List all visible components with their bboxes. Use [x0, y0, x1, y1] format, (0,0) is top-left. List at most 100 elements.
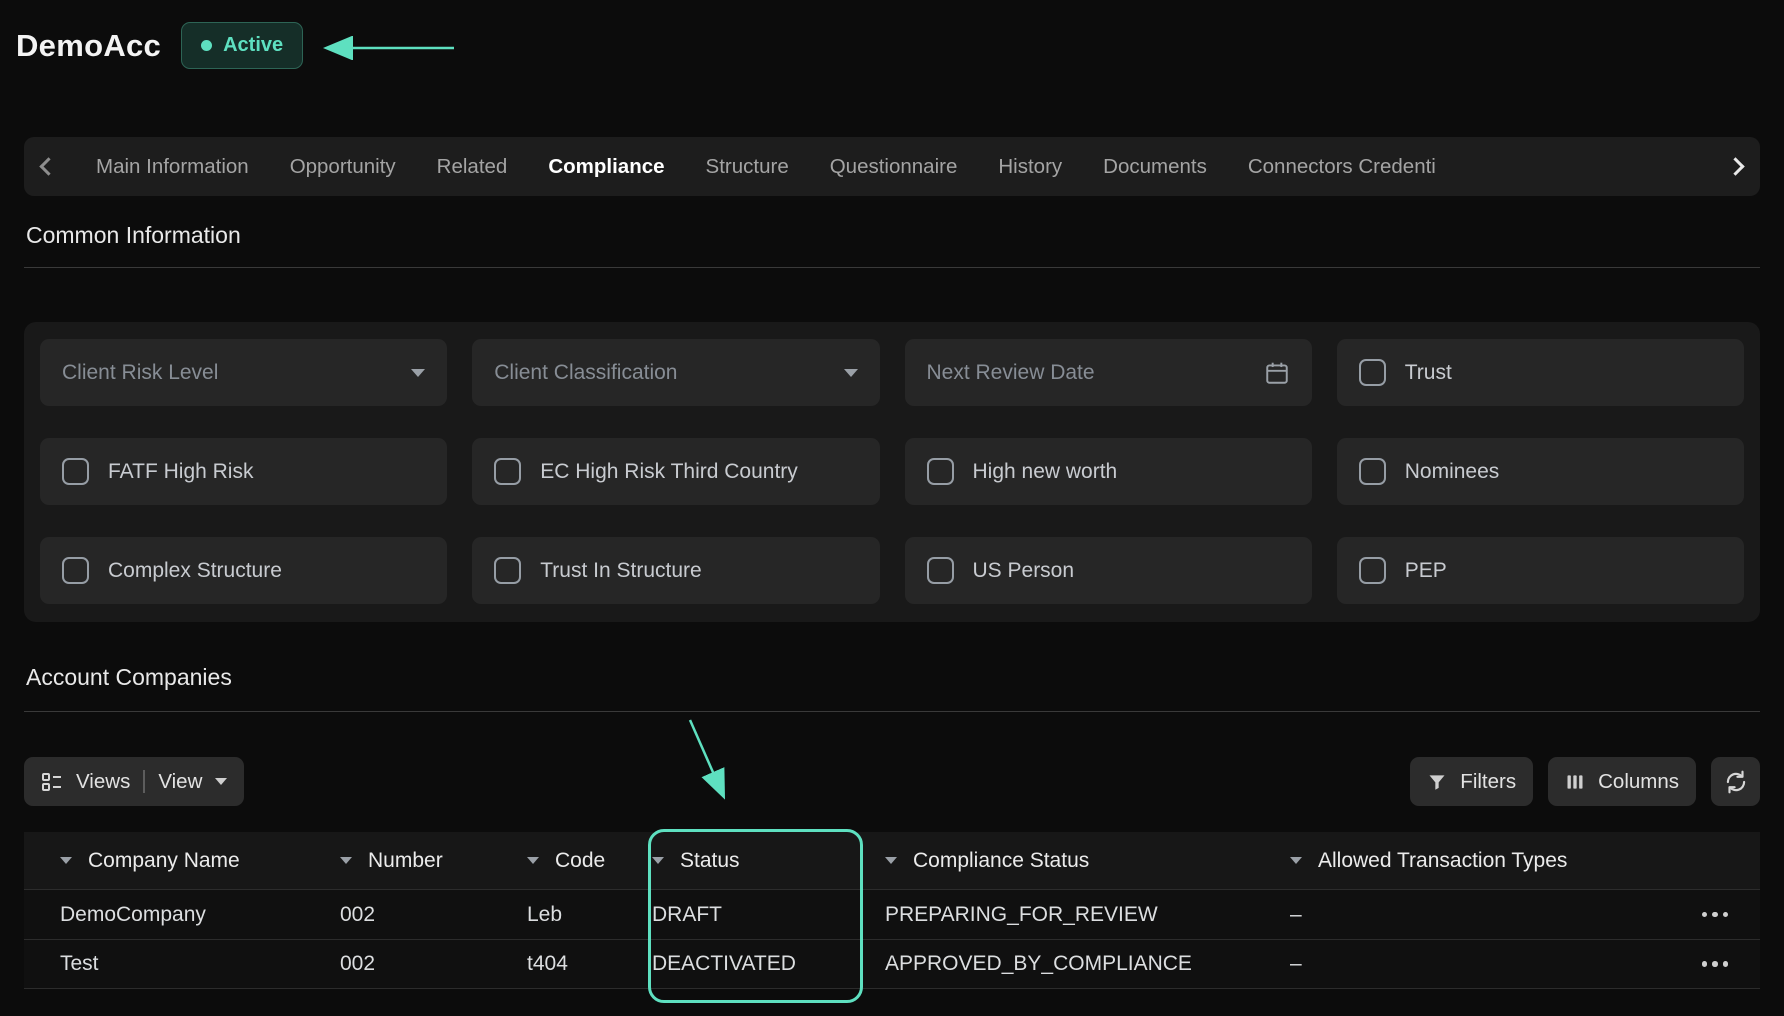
status-badge: Active [181, 22, 303, 69]
fatf-high-risk-checkbox[interactable]: FATF High Risk [40, 438, 447, 505]
table-header-row: Company Name Number Code Status Complian… [24, 832, 1760, 889]
calendar-icon [1264, 360, 1290, 386]
checkbox-icon[interactable] [927, 557, 954, 584]
column-label: Compliance Status [913, 849, 1089, 873]
checkbox-label: Nominees [1405, 460, 1500, 484]
filters-label: Filters [1460, 770, 1516, 794]
column-header-allowed-transaction-types[interactable]: Allowed Transaction Types [1290, 849, 1670, 873]
checkbox-label: US Person [973, 559, 1075, 583]
status-dot-icon [201, 40, 212, 51]
cell-company-name: Test [60, 952, 340, 976]
divider [143, 770, 145, 793]
columns-icon [1565, 772, 1585, 792]
cell-compliance-status: APPROVED_BY_COMPLIANCE [885, 952, 1290, 976]
tabs-scroll-right-icon[interactable] [1726, 157, 1744, 175]
column-label: Status [680, 849, 740, 873]
page-header: DemoAcc Active [16, 22, 303, 69]
tab-questionnaire[interactable]: Questionnaire [830, 155, 958, 179]
columns-button[interactable]: Columns [1548, 757, 1696, 806]
current-view-label: View [158, 770, 202, 794]
tab-opportunity[interactable]: Opportunity [290, 155, 396, 179]
cell-number: 002 [340, 952, 527, 976]
high-new-worth-checkbox[interactable]: High new worth [905, 438, 1312, 505]
cell-number: 002 [340, 903, 527, 927]
checkbox-label: EC High Risk Third Country [540, 460, 798, 484]
chevron-down-icon [215, 778, 227, 785]
common-information-panel: Client Risk Level Client Classification … [24, 322, 1760, 622]
column-menu-icon[interactable] [527, 857, 539, 864]
checkbox-icon[interactable] [62, 458, 89, 485]
tab-compliance[interactable]: Compliance [548, 155, 664, 179]
nominees-checkbox[interactable]: Nominees [1337, 438, 1744, 505]
checkbox-label: PEP [1405, 559, 1447, 583]
column-label: Company Name [88, 849, 240, 873]
cell-company-name: DemoCompany [60, 903, 340, 927]
column-header-number[interactable]: Number [340, 849, 527, 873]
compliance-page: DemoAcc Active Main Information Opportun… [0, 0, 1784, 1016]
tab-connectors-credentials[interactable]: Connectors Credenti [1248, 155, 1436, 179]
filter-funnel-icon [1427, 772, 1447, 792]
checkbox-icon[interactable] [494, 458, 521, 485]
column-menu-icon[interactable] [340, 857, 352, 864]
tab-documents[interactable]: Documents [1103, 155, 1207, 179]
chevron-down-icon [844, 369, 858, 377]
checkbox-icon[interactable] [494, 557, 521, 584]
views-button[interactable]: Views View [24, 757, 244, 806]
column-header-status[interactable]: Status [652, 849, 885, 873]
trust-checkbox[interactable]: Trust [1337, 339, 1744, 406]
page-title: DemoAcc [16, 28, 161, 64]
checkbox-icon[interactable] [1359, 359, 1386, 386]
table-row[interactable]: Test 002 t404 DEACTIVATED APPROVED_BY_CO… [24, 939, 1760, 989]
column-menu-icon[interactable] [652, 857, 664, 864]
checkbox-label: Trust [1405, 361, 1452, 385]
column-menu-icon[interactable] [60, 857, 72, 864]
column-header-company-name[interactable]: Company Name [60, 849, 340, 873]
views-icon [41, 771, 63, 793]
column-header-compliance-status[interactable]: Compliance Status [885, 849, 1290, 873]
chevron-down-icon [411, 369, 425, 377]
checkbox-icon[interactable] [1359, 458, 1386, 485]
cell-code: t404 [527, 952, 652, 976]
refresh-button[interactable] [1711, 757, 1760, 806]
complex-structure-checkbox[interactable]: Complex Structure [40, 537, 447, 604]
checkbox-icon[interactable] [1359, 557, 1386, 584]
table-row[interactable]: DemoCompany 002 Leb DRAFT PREPARING_FOR_… [24, 889, 1760, 939]
column-menu-icon[interactable] [1290, 857, 1302, 864]
trust-in-structure-checkbox[interactable]: Trust In Structure [472, 537, 879, 604]
tab-related[interactable]: Related [437, 155, 508, 179]
filters-button[interactable]: Filters [1410, 757, 1533, 806]
account-companies-table: Company Name Number Code Status Complian… [24, 832, 1760, 989]
column-menu-icon[interactable] [885, 857, 897, 864]
us-person-checkbox[interactable]: US Person [905, 537, 1312, 604]
client-risk-level-select[interactable]: Client Risk Level [40, 339, 447, 406]
toolbar-right-group: Filters Columns [1410, 757, 1760, 806]
next-review-date-placeholder: Next Review Date [927, 361, 1095, 385]
checkbox-label: Trust In Structure [540, 559, 701, 583]
row-actions-button[interactable] [1694, 953, 1737, 975]
client-classification-select[interactable]: Client Classification [472, 339, 879, 406]
cell-compliance-status: PREPARING_FOR_REVIEW [885, 903, 1290, 927]
pep-checkbox[interactable]: PEP [1337, 537, 1744, 604]
ec-high-risk-third-country-checkbox[interactable]: EC High Risk Third Country [472, 438, 879, 505]
checkbox-icon[interactable] [927, 458, 954, 485]
cell-allowed-transaction-types: – [1290, 952, 1670, 976]
tab-main-information[interactable]: Main Information [96, 155, 249, 179]
common-information-heading: Common Information [26, 222, 241, 249]
tab-structure[interactable]: Structure [706, 155, 789, 179]
tab-history[interactable]: History [998, 155, 1062, 179]
cell-code: Leb [527, 903, 652, 927]
cell-status: DRAFT [652, 903, 885, 927]
next-review-date-input[interactable]: Next Review Date [905, 339, 1312, 406]
column-header-code[interactable]: Code [527, 849, 652, 873]
row-actions-button[interactable] [1694, 904, 1737, 926]
client-classification-placeholder: Client Classification [494, 361, 677, 385]
cell-status: DEACTIVATED [652, 952, 885, 976]
tab-bar: Main Information Opportunity Related Com… [24, 137, 1760, 196]
account-companies-heading: Account Companies [26, 664, 232, 691]
tabs-scroll-left-icon[interactable] [39, 157, 57, 175]
checkbox-icon[interactable] [62, 557, 89, 584]
columns-label: Columns [1598, 770, 1679, 794]
checkbox-label: Complex Structure [108, 559, 282, 583]
status-badge-label: Active [223, 34, 283, 57]
checkbox-label: High new worth [973, 460, 1118, 484]
